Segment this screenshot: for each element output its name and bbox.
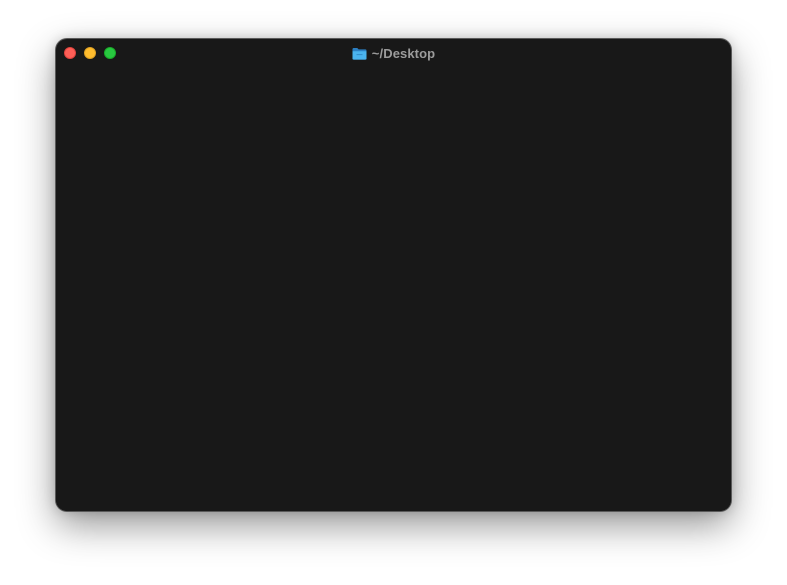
terminal-content[interactable] bbox=[56, 67, 731, 511]
title-bar[interactable]: ~/Desktop bbox=[56, 39, 731, 67]
terminal-window: ~/Desktop bbox=[56, 39, 731, 511]
window-title: ~/Desktop bbox=[56, 39, 731, 67]
desktop: ~/Desktop bbox=[0, 0, 787, 585]
window-title-text: ~/Desktop bbox=[371, 45, 436, 61]
folder-icon bbox=[352, 47, 367, 60]
